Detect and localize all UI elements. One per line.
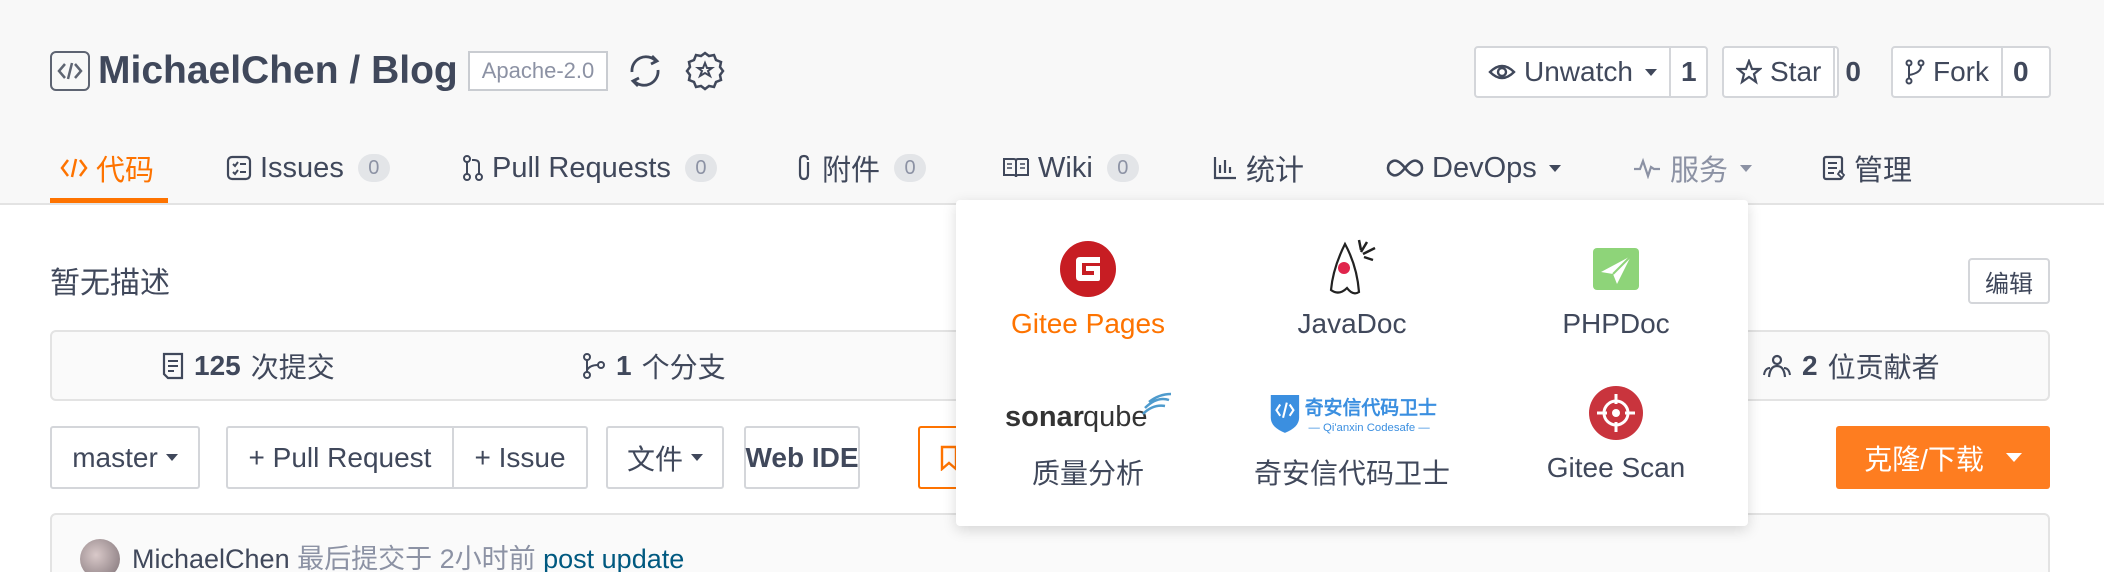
service-gitee-pages[interactable]: Gitee Pages	[956, 200, 1220, 350]
services-dropdown: Gitee Pages JavaDoc PHPDoc sonar qube 质量…	[956, 200, 1748, 526]
service-quality-analysis[interactable]: sonar qube 质量分析	[956, 344, 1220, 494]
tab-attachments[interactable]: 附件 0	[794, 138, 927, 198]
service-phpdoc[interactable]: PHPDoc	[1484, 200, 1748, 350]
eye-icon	[1488, 64, 1516, 80]
tab-manage[interactable]: 管理	[1822, 138, 1912, 198]
sonarqube-logo: sonar qube	[1005, 392, 1172, 433]
clone-download-button[interactable]: 克隆/下载	[1836, 426, 2050, 489]
svg-text:qube: qube	[1083, 401, 1148, 433]
gitee-logo	[1060, 241, 1116, 297]
tab-pull-requests[interactable]: Pull Requests 0	[462, 138, 717, 198]
infinity-icon	[1386, 159, 1424, 177]
svg-text:sonar: sonar	[1005, 401, 1084, 433]
new-issue-button[interactable]: + Issue	[452, 426, 588, 489]
svg-text:奇安信代码卫士: 奇安信代码卫士	[1305, 396, 1437, 419]
fork-button[interactable]: Fork 0	[1891, 46, 2051, 98]
service-qianxin-codesafe[interactable]: 奇安信代码卫士 — Qi'anxin Codesafe — 奇安信代码卫士	[1220, 344, 1484, 494]
issues-icon	[226, 155, 252, 181]
fork-icon	[1905, 59, 1925, 85]
repo-title: MichaelChen / Blog Apache-2.0	[50, 46, 728, 96]
paperclip-icon	[798, 154, 810, 181]
fork-count[interactable]: 0	[2001, 48, 2039, 96]
last-commit-line: MichaelChen 最后提交于 2小时前 post update	[132, 544, 685, 572]
star-button[interactable]: Star 0	[1722, 46, 1861, 98]
commit-message-link[interactable]: post update	[543, 544, 684, 572]
branch-icon	[583, 352, 605, 379]
clipboard-icon	[1822, 155, 1846, 181]
pulse-icon	[1634, 157, 1660, 179]
repo-description: 暂无描述	[50, 267, 170, 300]
tab-statistics[interactable]: 统计	[1212, 138, 1304, 198]
branch-select[interactable]: master	[50, 426, 200, 489]
watch-count[interactable]: 1	[1668, 48, 1707, 96]
award-icon[interactable]	[682, 48, 728, 94]
web-ide-button[interactable]: Web IDE	[744, 426, 860, 489]
service-gitee-scan[interactable]: Gitee Scan	[1484, 344, 1748, 494]
bar-chart-icon	[1213, 157, 1236, 180]
pull-request-icon	[463, 155, 483, 181]
duke-logo	[1329, 239, 1376, 295]
unwatch-button[interactable]: Unwatch 1	[1474, 46, 1708, 98]
star-count[interactable]: 0	[1833, 48, 1871, 96]
sync-icon[interactable]	[622, 48, 668, 94]
star-icon	[1736, 59, 1762, 85]
commit-author-link[interactable]: MichaelChen	[132, 544, 290, 572]
new-pull-request-button[interactable]: + Pull Request	[226, 426, 454, 489]
tab-wiki[interactable]: Wiki 0	[1002, 138, 1139, 198]
repo-tabs: 代码 Issues 0 Pull Requests 0 附件 0 Wiki 0 统计 D…	[50, 130, 2050, 205]
edit-description-button[interactable]: 编辑	[1968, 258, 2050, 304]
repo-header: MichaelChen / Blog Apache-2.0 Unwatch 1 …	[0, 0, 2104, 205]
service-javadoc[interactable]: JavaDoc	[1220, 200, 1484, 350]
file-menu-button[interactable]: 文件	[606, 426, 724, 489]
tab-code[interactable]: 代码	[60, 138, 154, 198]
branches-stat[interactable]: 1 个分支	[582, 332, 726, 399]
qianxin-codesafe-logo: 奇安信代码卫士 — Qi'anxin Codesafe —	[1270, 395, 1437, 434]
commits-stat[interactable]: 125 次提交	[162, 332, 335, 399]
code-icon	[50, 51, 90, 91]
active-tab-indicator	[50, 198, 168, 203]
tab-services[interactable]: 服务	[1632, 138, 1753, 198]
book-icon	[1003, 158, 1029, 178]
gitee-scan-logo	[1589, 386, 1643, 440]
svg-text:— Qi'anxin Codesafe —: — Qi'anxin Codesafe —	[1309, 422, 1431, 434]
contributors-stat[interactable]: 2 位贡献者	[1762, 332, 1940, 399]
contributors-icon	[1763, 354, 1791, 377]
commit-doc-icon	[162, 352, 184, 379]
tab-issues[interactable]: Issues 0	[226, 138, 390, 198]
tab-devops[interactable]: DevOps	[1386, 138, 1561, 198]
avatar[interactable]	[80, 539, 120, 572]
license-badge[interactable]: Apache-2.0	[467, 51, 609, 91]
code-icon	[60, 158, 88, 178]
phpdoc-logo	[1593, 248, 1639, 290]
repo-name[interactable]: MichaelChen / Blog	[98, 49, 458, 93]
